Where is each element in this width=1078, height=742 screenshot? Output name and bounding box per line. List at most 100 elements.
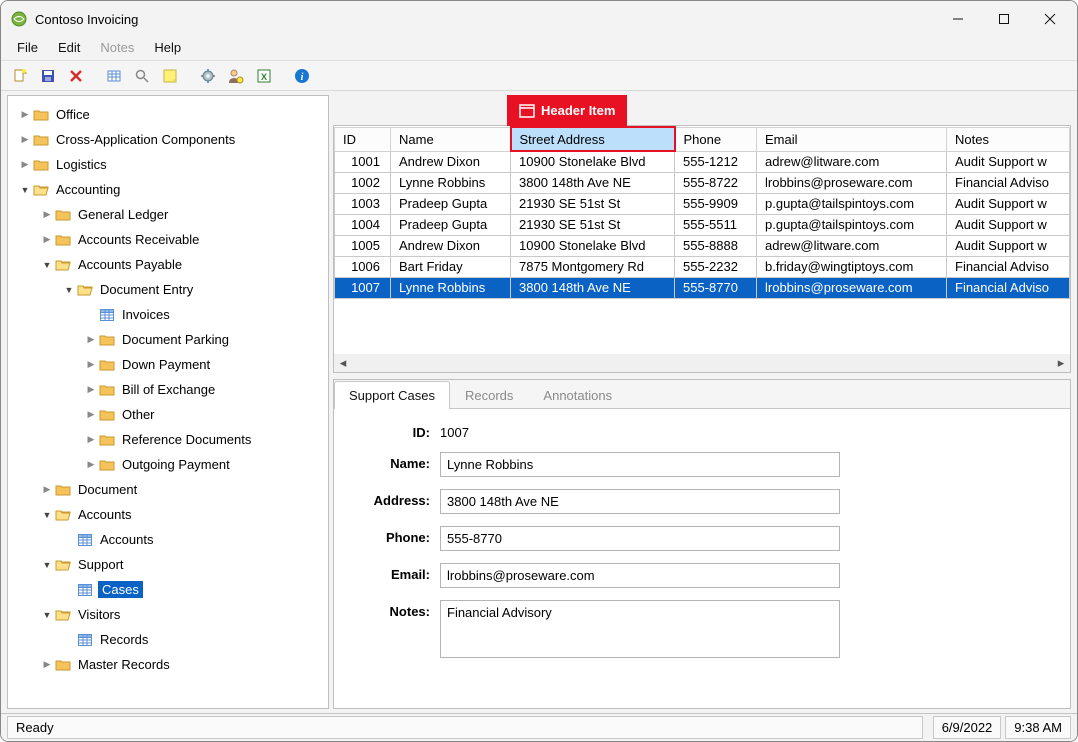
table-row[interactable]: 1004Pradeep Gupta21930 SE 51st St555-551… — [335, 214, 1070, 235]
table-row[interactable]: 1007Lynne Robbins3800 148th Ave NE555-87… — [335, 277, 1070, 298]
tree-item-label: Accounts Receivable — [76, 231, 201, 248]
col-header-email[interactable]: Email — [757, 127, 947, 151]
save-button[interactable] — [35, 63, 61, 89]
tree-item-visitors[interactable]: Visitors — [10, 602, 326, 627]
input-address[interactable] — [440, 489, 840, 514]
input-notes[interactable] — [440, 600, 840, 658]
table-row[interactable]: 1001Andrew Dixon10900 Stonelake Blvd555-… — [335, 151, 1070, 172]
tree-item-general-ledger[interactable]: General Ledger — [10, 202, 326, 227]
settings-button[interactable] — [195, 63, 221, 89]
col-header-id[interactable]: ID — [335, 127, 391, 151]
note-button[interactable] — [157, 63, 183, 89]
col-header-notes[interactable]: Notes — [947, 127, 1070, 151]
scroll-left-arrow[interactable]: ◂ — [334, 354, 352, 372]
tree-item-label: Logistics — [54, 156, 109, 173]
table-row[interactable]: 1006Bart Friday7875 Montgomery Rd555-223… — [335, 256, 1070, 277]
expand-toggle[interactable] — [18, 185, 32, 195]
cell-id: 1006 — [335, 256, 391, 277]
expand-toggle[interactable] — [18, 159, 32, 170]
expand-toggle[interactable] — [40, 560, 54, 570]
tree-item-other[interactable]: Other — [10, 402, 326, 427]
expand-toggle[interactable] — [84, 384, 98, 395]
expand-toggle[interactable] — [62, 285, 76, 295]
maximize-button[interactable] — [981, 4, 1027, 34]
window-icon — [519, 104, 535, 118]
tree-item-accounts-payable[interactable]: Accounts Payable — [10, 252, 326, 277]
input-name[interactable] — [440, 452, 840, 477]
table-row[interactable]: 1002Lynne Robbins3800 148th Ave NE555-87… — [335, 172, 1070, 193]
expand-toggle[interactable] — [40, 234, 54, 245]
scroll-right-arrow[interactable]: ▸ — [1052, 354, 1070, 372]
grid-horizontal-scrollbar[interactable]: ◂ ▸ — [334, 354, 1070, 372]
menu-edit[interactable]: Edit — [48, 37, 90, 60]
tree-item-accounts-leaf[interactable]: Accounts — [10, 527, 326, 552]
tree-item-accounts-receivable[interactable]: Accounts Receivable — [10, 227, 326, 252]
expand-toggle[interactable] — [40, 484, 54, 495]
folder-icon — [98, 431, 116, 449]
close-button[interactable] — [1027, 4, 1073, 34]
expand-toggle[interactable] — [18, 109, 32, 120]
input-email[interactable] — [440, 563, 840, 588]
tree-item-accounting[interactable]: Accounting — [10, 177, 326, 202]
expand-toggle[interactable] — [84, 334, 98, 345]
menu-notes[interactable]: Notes — [90, 37, 144, 60]
cell-email: p.gupta@tailspintoys.com — [757, 214, 947, 235]
tree-item-cross-app[interactable]: Cross-Application Components — [10, 127, 326, 152]
grid-button[interactable] — [101, 63, 127, 89]
tree-item-down-payment[interactable]: Down Payment — [10, 352, 326, 377]
tab-support-cases[interactable]: Support Cases — [334, 381, 450, 409]
user-button[interactable] — [223, 63, 249, 89]
tree-item-reference-documents[interactable]: Reference Documents — [10, 427, 326, 452]
col-header-street[interactable]: Street Address — [511, 127, 675, 151]
expand-toggle[interactable] — [40, 510, 54, 520]
expand-toggle[interactable] — [40, 610, 54, 620]
col-header-phone[interactable]: Phone — [675, 127, 757, 151]
expand-toggle[interactable] — [40, 659, 54, 670]
label-id: ID: — [334, 421, 430, 440]
new-button[interactable] — [7, 63, 33, 89]
expand-toggle[interactable] — [84, 434, 98, 445]
expand-toggle[interactable] — [18, 134, 32, 145]
col-header-name[interactable]: Name — [391, 127, 511, 151]
cell-name: Lynne Robbins — [391, 277, 511, 298]
tree-item-outgoing-payment[interactable]: Outgoing Payment — [10, 452, 326, 477]
expand-toggle[interactable] — [84, 359, 98, 370]
delete-button[interactable] — [63, 63, 89, 89]
tree-scroll[interactable]: OfficeCross-Application Components Logist… — [8, 96, 328, 708]
menu-help[interactable]: Help — [144, 37, 191, 60]
expand-toggle[interactable] — [40, 260, 54, 270]
table-row[interactable]: 1005Andrew Dixon10900 Stonelake Blvd555-… — [335, 235, 1070, 256]
menu-file[interactable]: File — [7, 37, 48, 60]
tab-annotations[interactable]: Annotations — [528, 381, 627, 409]
cell-notes: Audit Support w — [947, 193, 1070, 214]
app-window: Contoso Invoicing File Edit Notes Help X… — [0, 0, 1078, 742]
folder-open-icon — [54, 606, 72, 624]
expand-toggle[interactable] — [84, 409, 98, 420]
tree-item-document-parking[interactable]: Document Parking — [10, 327, 326, 352]
search-button[interactable] — [129, 63, 155, 89]
input-phone[interactable] — [440, 526, 840, 551]
export-excel-button[interactable]: X — [251, 63, 277, 89]
folder-icon — [54, 231, 72, 249]
tree-item-document-entry[interactable]: Document Entry — [10, 277, 326, 302]
cell-phone: 555-1212 — [675, 151, 757, 172]
table-row[interactable]: 1003Pradeep Gupta21930 SE 51st St555-990… — [335, 193, 1070, 214]
tree-item-document[interactable]: Document — [10, 477, 326, 502]
expand-toggle[interactable] — [40, 209, 54, 220]
cell-street: 10900 Stonelake Blvd — [511, 151, 675, 172]
cell-phone: 555-2232 — [675, 256, 757, 277]
tree-item-cases[interactable]: Cases — [10, 577, 326, 602]
expand-toggle[interactable] — [84, 459, 98, 470]
tree-item-invoices[interactable]: Invoices — [10, 302, 326, 327]
tree-item-records[interactable]: Records — [10, 627, 326, 652]
tree-item-logistics[interactable]: Logistics — [10, 152, 326, 177]
tree-item-bill-of-exchange[interactable]: Bill of Exchange — [10, 377, 326, 402]
tree-item-office[interactable]: Office — [10, 102, 326, 127]
tab-records[interactable]: Records — [450, 381, 528, 409]
tree-item-support[interactable]: Support — [10, 552, 326, 577]
minimize-button[interactable] — [935, 4, 981, 34]
tree-item-accounts[interactable]: Accounts — [10, 502, 326, 527]
tree-item-master-records[interactable]: Master Records — [10, 652, 326, 677]
tree-item-label: Support — [76, 556, 126, 573]
info-button[interactable]: i — [289, 63, 315, 89]
